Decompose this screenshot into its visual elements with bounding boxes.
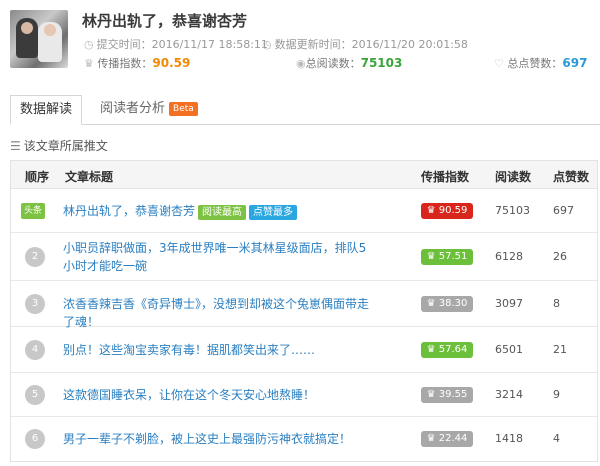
- table-header: 顺序 文章标题 传播指数 阅读数 点赞数: [11, 161, 597, 189]
- article-thumbnail: [10, 10, 68, 68]
- table-row[interactable]: 头条 林丹出轨了，恭喜谢杏芳 阅读最高 点赞最多 ♛ 90.59 75103 697: [11, 189, 597, 233]
- article-link[interactable]: 这款德国睡衣呆，让你在这个冬天安心地熬睡！: [63, 386, 371, 404]
- trophy-icon: ♛: [426, 344, 436, 355]
- section-heading: ☰ 该文章所属推文: [10, 139, 108, 153]
- rank-badge: 5: [25, 385, 45, 405]
- header-index: 传播指数: [421, 170, 470, 184]
- trophy-icon: ♛: [426, 389, 436, 400]
- rank-badge: 4: [25, 340, 45, 360]
- like-count: 21: [553, 343, 567, 356]
- like-count: 8: [553, 297, 560, 310]
- read-count: 1418: [495, 432, 523, 445]
- rank-badge: 6: [25, 429, 45, 449]
- tag-badge: 点赞最多: [249, 205, 298, 220]
- spread-index-pill: ♛ 39.55: [421, 387, 473, 403]
- read-count: 75103: [495, 204, 530, 217]
- clock-icon: ◷: [84, 38, 94, 51]
- spread-index-pill: ♛ 90.59: [421, 203, 473, 219]
- list-icon: ☰: [10, 139, 21, 153]
- total-reads-stat: ◉总阅读数：75103: [296, 56, 403, 70]
- trophy-icon: ♛: [426, 298, 436, 309]
- clock-icon: ◷: [262, 38, 272, 51]
- table-row[interactable]: 2 小职员辞职做面，3年成世界唯一米其林星级面店，排队5小时才能吃一碗 ♛ 57…: [11, 233, 597, 281]
- rank-badge: 头条: [21, 203, 45, 219]
- beta-badge: Beta: [169, 102, 198, 116]
- read-count: 3214: [495, 388, 523, 401]
- table-row[interactable]: 3 浓香香辣吉香《奇异博士》，没想到却被这个兔崽偶面带走了魂！ ♛ 38.30 …: [11, 281, 597, 329]
- article-link[interactable]: 男子一辈子不剃脸，被上这史上最强防污神衣就搞定！: [63, 430, 371, 448]
- header-title: 文章标题: [65, 170, 114, 184]
- update-time: ◷ 数据更新时间：2016/11/20 20:01:58: [262, 38, 468, 51]
- submit-time: ◷ 提交时间：2016/11/17 18:58:11: [84, 38, 268, 51]
- tag-badge: 阅读最高: [198, 205, 247, 220]
- trophy-icon: ♛: [426, 251, 436, 262]
- thumbs-up-icon: ♡: [494, 57, 504, 70]
- like-count: 9: [553, 388, 560, 401]
- articles-table: 顺序 文章标题 传播指数 阅读数 点赞数 头条 林丹出轨了，恭喜谢杏芳 阅读最高点…: [10, 160, 598, 462]
- like-count: 26: [553, 250, 567, 263]
- trophy-icon: ♛: [84, 57, 94, 70]
- spread-index-stat: ♛ 传播指数：90.59: [84, 56, 191, 70]
- spread-index-pill: ♛ 38.30: [421, 296, 473, 312]
- read-count: 6501: [495, 343, 523, 356]
- tab-data-analysis[interactable]: 数据解读: [10, 95, 82, 125]
- table-row[interactable]: 5 这款德国睡衣呆，让你在这个冬天安心地熬睡！ ♛ 39.55 3214 9: [11, 373, 597, 417]
- trophy-icon: ♛: [426, 205, 436, 216]
- article-link[interactable]: 小职员辞职做面，3年成世界唯一米其林星级面店，排队5小时才能吃一碗: [63, 239, 371, 275]
- article-link[interactable]: 别点！这些淘宝卖家有毒！据肌都笑出来了……: [63, 341, 371, 359]
- spread-index-pill: ♛ 22.44: [421, 431, 473, 447]
- like-count: 4: [553, 432, 560, 445]
- total-likes-stat: ♡ 总点赞数：697: [494, 56, 588, 70]
- rank-badge: 3: [25, 294, 45, 314]
- article-link[interactable]: 林丹出轨了，恭喜谢杏芳 阅读最高 点赞最多: [63, 202, 371, 220]
- header-rank: 顺序: [25, 170, 50, 184]
- article-title: 林丹出轨了，恭喜谢杏芳: [82, 12, 248, 30]
- table-row[interactable]: 6 男子一辈子不剃脸，被上这史上最强防污神衣就搞定！ ♛ 22.44 1418 …: [11, 417, 597, 461]
- header-likes: 点赞数: [553, 170, 590, 184]
- rank-badge: 2: [25, 247, 45, 267]
- spread-index-pill: ♛ 57.64: [421, 342, 473, 358]
- tab-reader-analysis[interactable]: 阅读者分析 Beta: [88, 95, 210, 125]
- read-count: 3097: [495, 297, 523, 310]
- eye-icon: ◉: [296, 57, 306, 70]
- read-count: 6128: [495, 250, 523, 263]
- table-row[interactable]: 4 别点！这些淘宝卖家有毒！据肌都笑出来了…… ♛ 57.64 6501 21: [11, 327, 597, 373]
- article-link[interactable]: 浓香香辣吉香《奇异博士》，没想到却被这个兔崽偶面带走了魂！: [63, 295, 371, 331]
- trophy-icon: ♛: [426, 433, 436, 444]
- tab-bar: 数据解读 阅读者分析 Beta: [10, 95, 600, 125]
- like-count: 697: [553, 204, 574, 217]
- header-reads: 阅读数: [495, 170, 532, 184]
- spread-index-pill: ♛ 57.51: [421, 249, 473, 265]
